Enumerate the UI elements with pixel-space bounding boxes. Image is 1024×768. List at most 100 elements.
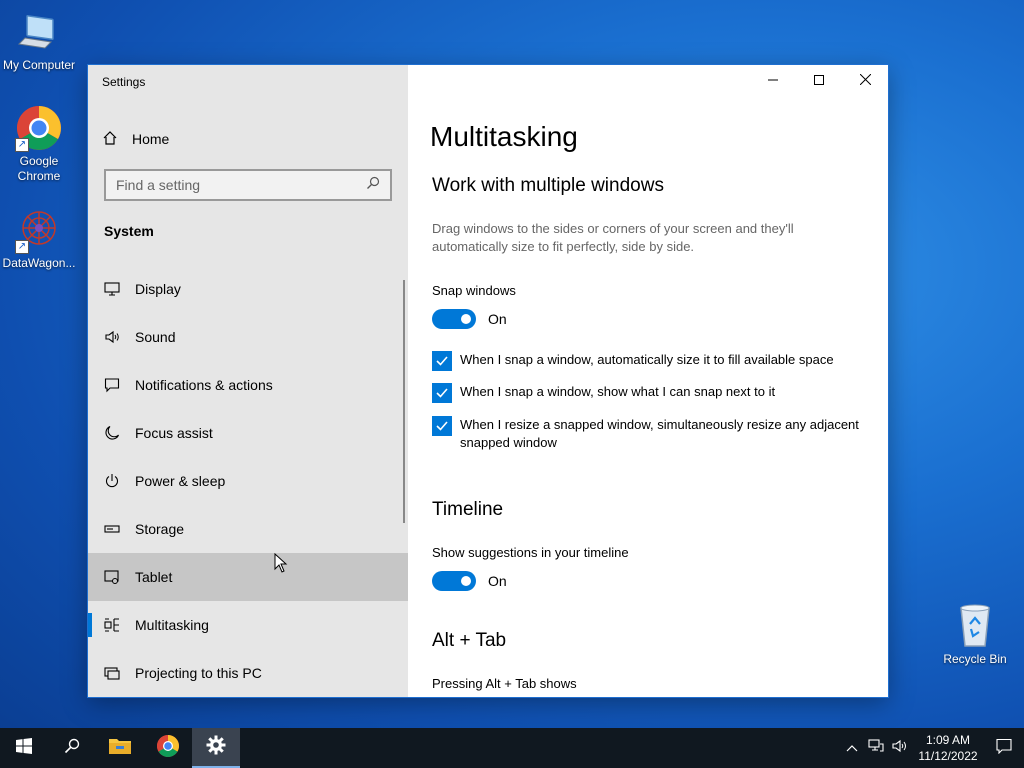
snap-windows-toggle-row: On [432, 309, 507, 329]
desktop-icon-label: My Computer [2, 58, 76, 72]
checkmark-icon [436, 356, 448, 366]
volume-button[interactable] [888, 728, 912, 768]
checkmark-icon [436, 421, 448, 431]
sidebar-item-label: Projecting to this PC [135, 665, 262, 681]
checkbox-auto-size[interactable] [432, 351, 452, 371]
checkmark-icon [436, 388, 448, 398]
taskbar-search-button[interactable] [48, 728, 96, 768]
window-title: Settings [102, 75, 146, 89]
settings-sidebar: Settings Home System Display [88, 65, 408, 697]
sidebar-item-projecting[interactable]: Projecting to this PC [88, 649, 408, 697]
sidebar-item-sound[interactable]: Sound [88, 313, 408, 361]
search-box[interactable] [104, 169, 392, 201]
desktop-icon-datawagon[interactable]: ↗ DataWagon... [0, 206, 78, 271]
system-tray: 1:09 AM 11/12/2022 [840, 728, 1024, 768]
checkbox-row: When I snap a window, show what I can sn… [432, 383, 872, 403]
home-icon [102, 130, 118, 149]
sidebar-item-label: Multitasking [135, 617, 209, 633]
page-title: Multitasking [430, 121, 578, 152]
section-heading-timeline: Timeline [432, 499, 504, 520]
network-icon [868, 738, 884, 758]
sidebar-item-label: Storage [135, 521, 185, 537]
desktop-icon-recycle-bin[interactable]: Recycle Bin [936, 602, 1014, 667]
sidebar-item-power-sleep[interactable]: Power & sleep [88, 457, 408, 505]
action-center-button[interactable] [984, 728, 1024, 768]
taskbar-settings[interactable] [192, 728, 240, 768]
tablet-icon [104, 569, 120, 585]
gear-icon [206, 735, 226, 760]
timeline-toggle-row: On [432, 571, 507, 591]
chrome-icon [156, 734, 180, 763]
datawagon-icon: ↗ [15, 206, 63, 254]
toggle-state-label: On [488, 311, 507, 327]
sidebar-item-label: Display [135, 281, 181, 297]
start-button[interactable] [0, 728, 48, 768]
sidebar-item-multitasking[interactable]: Multitasking [88, 601, 408, 649]
volume-icon [892, 739, 908, 758]
timeline-suggestions-toggle[interactable] [432, 571, 476, 591]
folder-icon [108, 736, 132, 761]
taskbar: 1:09 AM 11/12/2022 [0, 728, 1024, 768]
search-input[interactable] [116, 177, 346, 193]
checkbox-label: When I resize a snapped window, simultan… [460, 417, 859, 450]
chevron-up-icon [846, 739, 858, 757]
search-icon [64, 738, 80, 759]
search-icon [366, 176, 380, 195]
projecting-icon [104, 665, 120, 681]
sidebar-item-label: Notifications & actions [135, 377, 273, 393]
tray-overflow-button[interactable] [840, 728, 864, 768]
display-icon [104, 281, 120, 297]
timeline-suggestions-label: Show suggestions in your timeline [432, 545, 629, 560]
close-icon [859, 72, 871, 90]
sidebar-item-label: Tablet [135, 569, 173, 585]
maximize-icon [814, 72, 824, 90]
taskbar-chrome[interactable] [144, 728, 192, 768]
snap-windows-toggle[interactable] [432, 309, 476, 329]
chrome-icon: ↗ [15, 104, 63, 152]
sidebar-item-label: Focus assist [135, 425, 213, 441]
sidebar-item-label: Sound [135, 329, 176, 345]
taskbar-clock[interactable]: 1:09 AM 11/12/2022 [912, 732, 984, 764]
settings-window: Settings Home System Display [88, 65, 888, 697]
desktop-icon-my-computer[interactable]: My Computer [0, 8, 78, 73]
sidebar-section-label: System [104, 223, 154, 239]
recycle-bin-icon [951, 602, 999, 650]
close-button[interactable] [842, 65, 888, 97]
computer-icon [15, 8, 63, 56]
checkbox-snap-assist[interactable] [432, 383, 452, 403]
sidebar-item-label: Power & sleep [135, 473, 226, 489]
notifications-icon [104, 377, 120, 393]
checkbox-row: When I snap a window, automatically size… [432, 351, 872, 371]
multitasking-icon [104, 617, 120, 633]
sidebar-item-focus-assist[interactable]: Focus assist [88, 409, 408, 457]
sidebar-item-tablet[interactable]: Tablet [88, 553, 408, 601]
desktop-icon-label: Google Chrome [17, 154, 61, 183]
desktop-icon-label: Recycle Bin [943, 652, 1007, 666]
checkbox-row: When I resize a snapped window, simultan… [432, 416, 872, 452]
sidebar-scrollbar[interactable] [403, 280, 405, 523]
section-heading-multiple-windows: Work with multiple windows [432, 175, 664, 196]
maximize-button[interactable] [796, 65, 842, 97]
minimize-button[interactable] [750, 65, 796, 97]
checkbox-label: When I snap a window, automatically size… [460, 352, 834, 367]
desktop-icon-google-chrome[interactable]: ↗ Google Chrome [0, 104, 78, 184]
sidebar-item-notifications[interactable]: Notifications & actions [88, 361, 408, 409]
mouse-cursor-icon [274, 552, 288, 578]
taskbar-file-explorer[interactable] [96, 728, 144, 768]
sidebar-nav: Display Sound Notifications & actions Fo… [88, 265, 408, 697]
shortcut-arrow-icon: ↗ [15, 138, 29, 152]
toggle-state-label: On [488, 573, 507, 589]
windows-logo-icon [16, 737, 32, 759]
power-icon [104, 473, 120, 489]
sidebar-home[interactable]: Home [102, 129, 169, 149]
storage-icon [104, 521, 120, 537]
sidebar-item-storage[interactable]: Storage [88, 505, 408, 553]
checkbox-resize-adjacent[interactable] [432, 416, 452, 436]
sidebar-home-label: Home [132, 131, 170, 147]
sidebar-item-display[interactable]: Display [88, 265, 408, 313]
network-button[interactable] [864, 728, 888, 768]
shortcut-arrow-icon: ↗ [15, 240, 29, 254]
checkbox-label: When I snap a window, show what I can sn… [460, 384, 776, 399]
clock-time: 1:09 AM [925, 733, 971, 747]
minimize-icon [768, 72, 778, 90]
